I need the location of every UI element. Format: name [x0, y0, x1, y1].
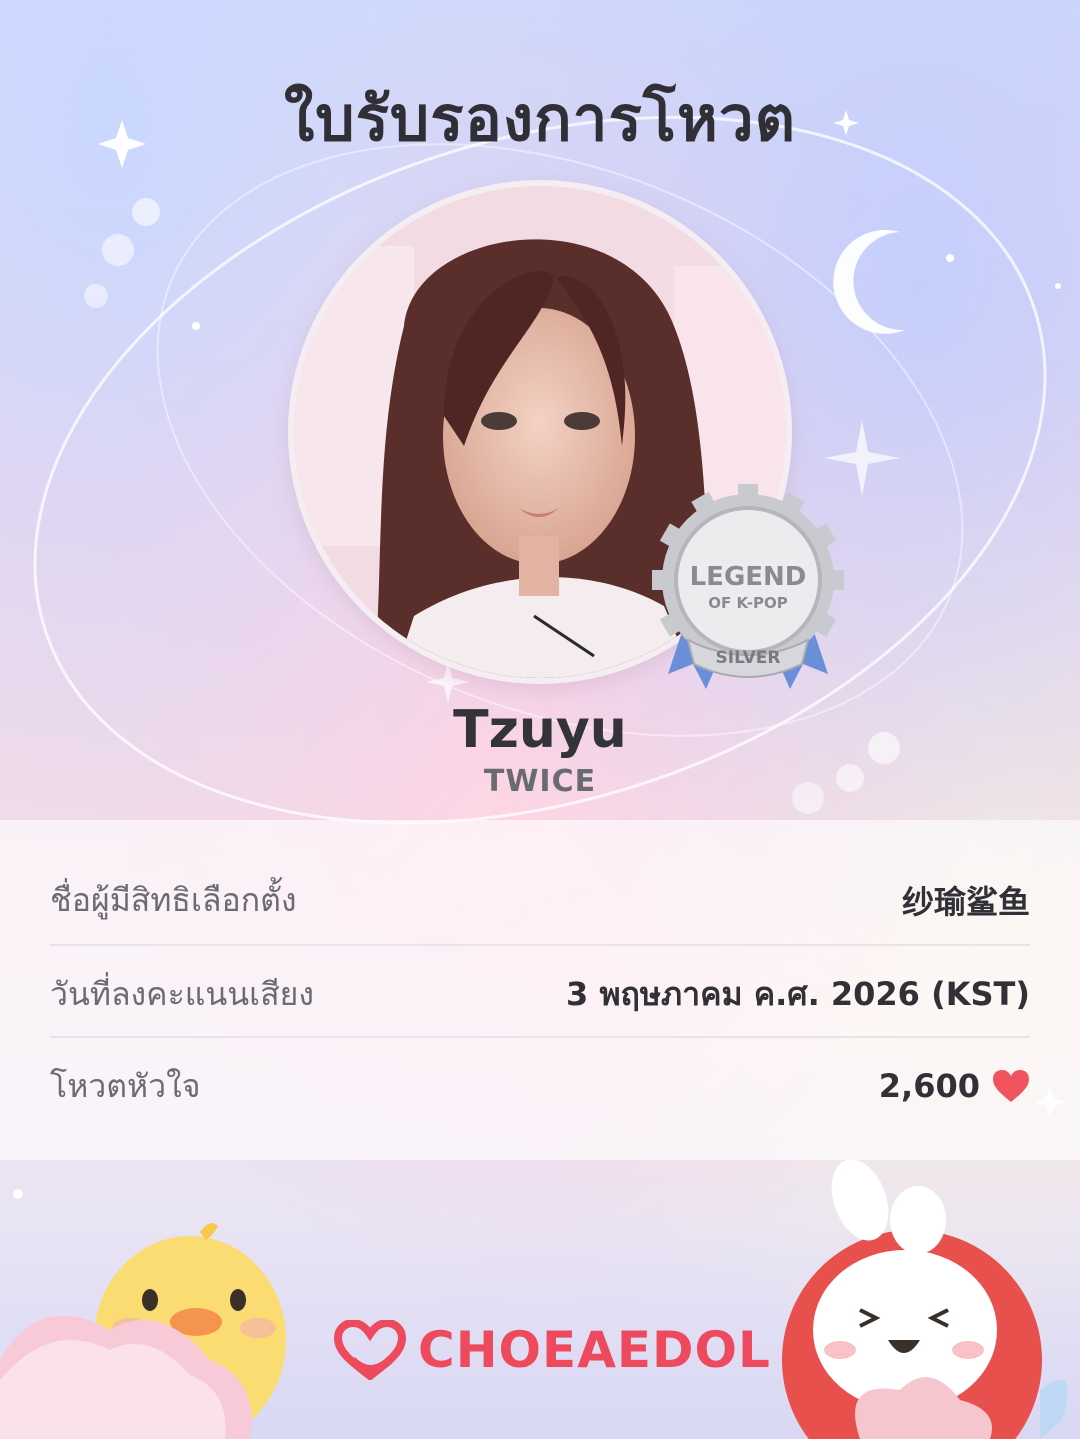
choeaedol-logo-icon: [333, 1320, 407, 1380]
badge-line2: OF K-POP: [708, 594, 788, 612]
legend-badge: LEGEND OF K-POP SILVER: [648, 484, 848, 704]
divider: [50, 1036, 1030, 1038]
heart-vote-value: 2,600: [879, 1067, 1030, 1105]
choeaedol-logo: CHOEAEDOL: [332, 1318, 771, 1382]
footer-illustration: [0, 1160, 1068, 1439]
bunny-mascot-icon: [782, 1160, 1068, 1439]
heart-vote-count: 2,600: [878, 1067, 980, 1105]
vote-details-panel: ชื่อผู้มีสิทธิเลือกตั้ง 纱瑜鲨鱼 วันที่ลงคะแ…: [0, 820, 1080, 1160]
detail-value: 纱瑜鲨鱼: [901, 883, 1030, 921]
idol-group: TWICE: [483, 764, 597, 799]
idol-name: Tzuyu: [453, 700, 627, 760]
detail-row-voter-name: ชื่อผู้มีสิทธิเลือกตั้ง 纱瑜鲨鱼: [50, 854, 1030, 946]
divider: [50, 944, 1030, 946]
detail-label: โหวตหัวใจ: [50, 1066, 201, 1105]
badge-line1: LEGEND: [689, 562, 807, 592]
detail-row-heart-votes: โหวตหัวใจ 2,600: [50, 1040, 1030, 1132]
detail-row-vote-date: วันที่ลงคะแนนเสียง 3 พฤษภาคม ค.ศ. 2026 (…: [50, 948, 1030, 1040]
heart-icon: [993, 1070, 1029, 1102]
brand-name: CHOEAEDOL: [418, 1321, 771, 1379]
moon-icon: [833, 229, 905, 334]
detail-label: วันที่ลงคะแนนเสียง: [50, 974, 314, 1013]
detail-value: 3 พฤษภาคม ค.ศ. 2026 (KST): [566, 974, 1030, 1013]
detail-label: ชื่อผู้มีสิทธิเลือกตั้ง: [50, 880, 297, 919]
badge-tier: SILVER: [715, 648, 781, 668]
certificate-title: ใบรับรองการโหวต: [284, 82, 796, 155]
